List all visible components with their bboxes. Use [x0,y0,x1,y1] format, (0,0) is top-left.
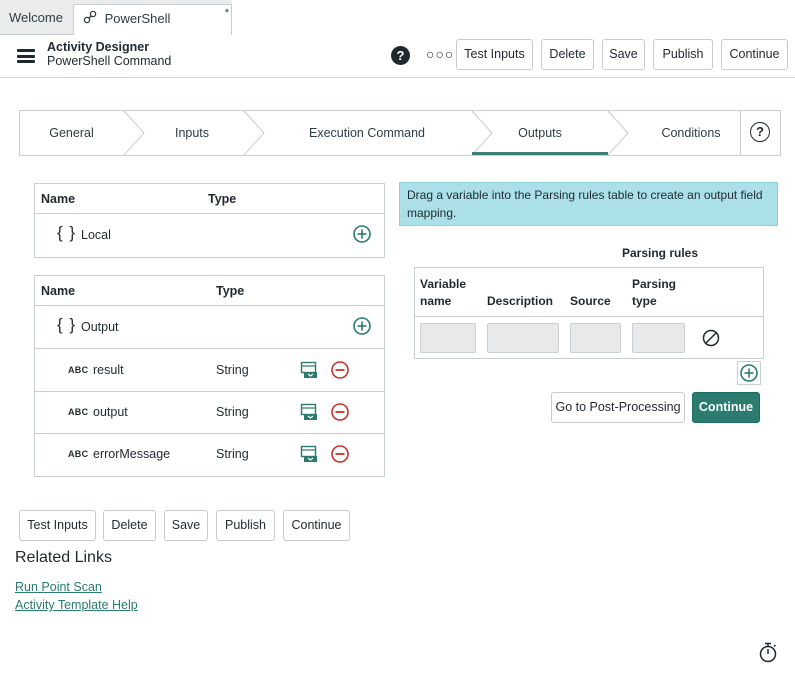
question-circle-icon[interactable]: ? [391,46,410,65]
add-circle-icon[interactable] [353,225,371,243]
variable-name: output [93,405,128,419]
footer-delete-button[interactable]: Delete [103,510,156,541]
step-execution-command[interactable]: Execution Command [264,111,470,155]
steps-help[interactable]: ? [740,111,780,155]
map-to-field-icon[interactable] [300,445,318,463]
object-braces-icon: { } [57,223,77,242]
variable-name: errorMessage [93,447,171,461]
col-description: Description [487,294,554,308]
test-inputs-button[interactable]: Test Inputs [456,39,533,70]
map-to-field-icon[interactable] [300,403,318,421]
go-to-post-processing-button[interactable]: Go to Post-Processing [551,392,685,423]
hamburger-menu-icon[interactable] [17,49,35,63]
footer-continue-button[interactable]: Continue [283,510,350,541]
tab-powershell-command[interactable]: PowerShell Command * [73,4,232,55]
remove-circle-icon[interactable] [331,445,349,463]
footer-save-button[interactable]: Save [164,510,208,541]
variable-type: String [216,363,249,377]
object-braces-icon: { } [57,315,77,334]
group-row-output: { } Output [35,306,384,349]
continue-primary-button[interactable]: Continue [692,392,760,423]
table-row[interactable]: ABC errorMessage String [35,434,384,476]
table-row[interactable]: ABC result String [35,349,384,392]
remove-circle-icon[interactable] [331,361,349,379]
col-source: Source [570,294,611,308]
run-point-scan-link[interactable]: Run Point Scan [15,580,102,594]
remove-circle-icon[interactable] [331,403,349,421]
local-variables-table: Name Type { } Local [34,183,385,258]
page-title: Activity Designer [47,40,150,54]
col-variable-name: Variable name [420,277,467,308]
output-variables-table: Name Type { } Output ABC result String A… [34,275,385,477]
header-divider [415,316,763,317]
table-row[interactable]: ABC output String [35,392,384,434]
variable-type: String [216,405,249,419]
col-type: Type [208,192,237,206]
table-header: Name Type [35,184,384,214]
col-name: Name [41,284,76,298]
variable-name-field[interactable] [420,323,476,353]
workflow-icon [83,6,97,34]
variable-name: result [93,363,124,377]
footer-publish-button[interactable]: Publish [216,510,275,541]
save-button[interactable]: Save [602,39,645,70]
col-name: Name [41,192,76,206]
step-general[interactable]: General [20,111,123,155]
related-links-title: Related Links [15,549,112,566]
source-field[interactable] [570,323,621,353]
stopwatch-icon[interactable] [758,641,778,663]
activity-template-help-link[interactable]: Activity Template Help [15,598,138,612]
map-to-field-icon[interactable] [300,361,318,379]
parsing-type-field[interactable] [632,323,685,353]
col-parsing-type: Parsing type [632,277,677,308]
group-row-local: { } Local [35,214,384,257]
parsing-rules-title: Parsing rules [622,246,699,260]
tab-welcome[interactable]: Welcome [0,4,73,35]
footer-test-inputs-button[interactable]: Test Inputs [19,510,96,541]
unsaved-indicator: * [224,7,229,19]
add-circle-icon[interactable] [353,317,371,335]
info-message: Drag a variable into the Parsing rules t… [399,182,778,226]
variable-type: String [216,447,249,461]
table-header: Name Type [35,276,384,306]
help-icon[interactable]: ? [750,122,770,142]
delete-button[interactable]: Delete [541,39,594,70]
wizard-steps: General Inputs Execution Command Outputs… [19,110,781,156]
group-label: Output [81,320,119,334]
publish-button[interactable]: Publish [653,39,713,70]
app-header: Activity Designer PowerShell Command ? ○… [0,35,795,78]
continue-button[interactable]: Continue [721,39,788,70]
clear-row-icon[interactable] [702,329,720,347]
step-inputs[interactable]: Inputs [138,111,246,155]
col-type: Type [216,284,245,298]
page-subtitle: PowerShell Command [47,54,172,68]
step-conditions[interactable]: Conditions [626,111,756,155]
add-parsing-rule-icon[interactable] [737,361,761,385]
step-outputs[interactable]: Outputs [472,111,608,155]
string-type-badge: ABC [68,365,89,375]
tab-welcome-label: Welcome [9,10,63,25]
description-field[interactable] [487,323,559,353]
string-type-badge: ABC [68,449,89,459]
string-type-badge: ABC [68,407,89,417]
more-dots-icon[interactable]: ○○○ [426,46,454,62]
parsing-rules-table: Variable name Description Source Parsing… [414,267,764,359]
tab-bar: Welcome PowerShell Command * [0,0,795,55]
group-label: Local [81,228,111,242]
